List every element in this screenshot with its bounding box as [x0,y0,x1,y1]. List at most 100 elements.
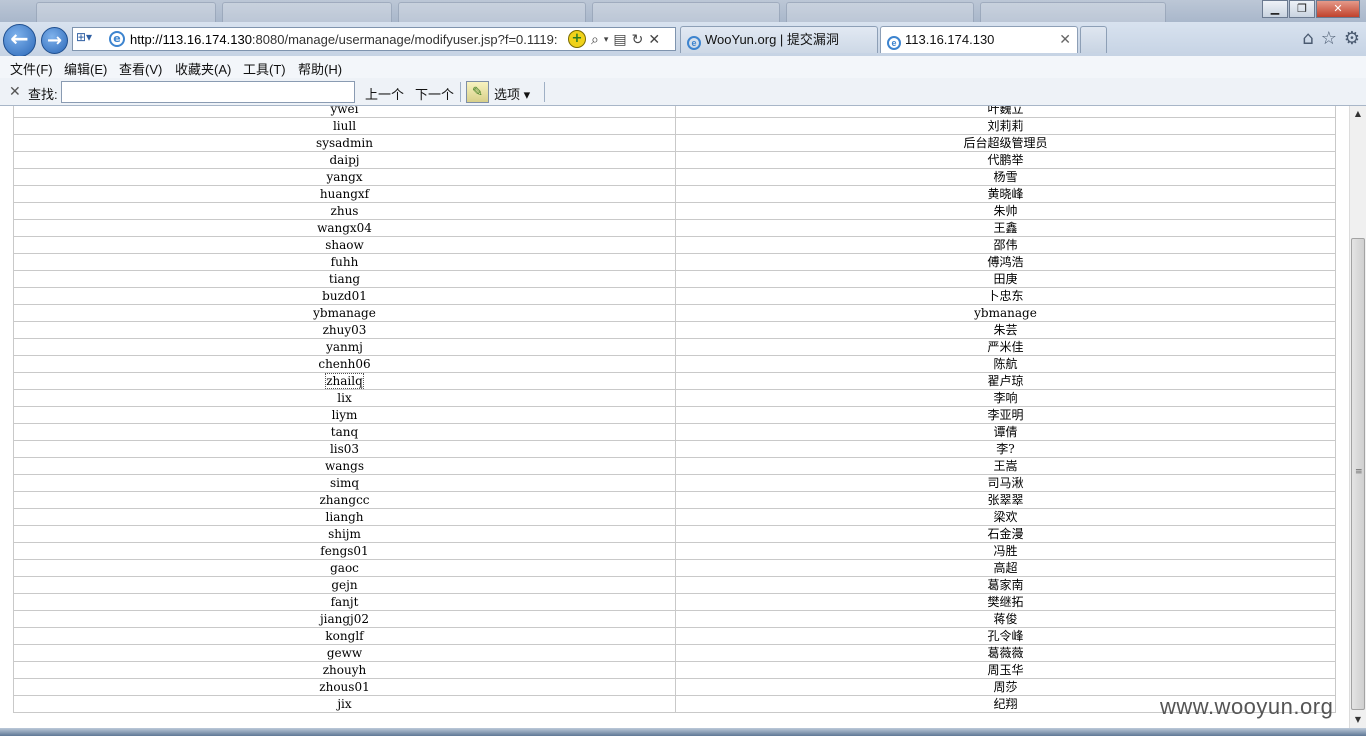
tab-current-page[interactable]: e 113.16.174.130 ✕ [880,26,1078,53]
username-cell[interactable]: liym [13,406,676,424]
close-tab-icon[interactable]: ✕ [1059,27,1071,52]
full-name-cell: 葛薇薇 [675,644,1336,662]
username-cell[interactable]: wangx04 [13,219,676,237]
scrollbar-thumb[interactable]: ≡ [1351,238,1365,710]
username-cell[interactable]: tiang [13,270,676,288]
username-text: jiangj02 [319,611,370,626]
username-text: yanmj [326,339,363,354]
username-cell[interactable]: ywei [13,106,676,118]
username-cell[interactable]: gejn [13,576,676,594]
compat-view-icon[interactable]: ▤ [613,32,626,48]
table-row: zhangcc 张翠翠 [13,491,1336,509]
full-name-cell: 代鹏举 [675,151,1336,169]
table-row: zhous01 周莎 [13,678,1336,696]
new-tab-button[interactable] [1080,26,1107,53]
username-cell[interactable]: lis03 [13,440,676,458]
username-cell[interactable]: liangh [13,508,676,526]
username-cell[interactable]: chenh06 [13,355,676,373]
username-cell[interactable]: geww [13,644,676,662]
back-button[interactable]: ← [3,24,36,57]
full-name-text: 樊继拓 [987,594,1024,609]
username-cell[interactable]: sysadmin [13,134,676,152]
username-cell[interactable]: fengs01 [13,542,676,560]
username-cell[interactable]: tanq [13,423,676,441]
username-cell[interactable]: shaow [13,236,676,254]
full-name-text: 纪翔 [993,696,1018,711]
username-cell[interactable]: konglf [13,627,676,645]
username-cell[interactable]: zhailq [13,372,676,390]
menu-view[interactable]: 查看(V) [119,59,162,78]
close-window-button[interactable]: ✕ [1316,0,1360,18]
search-icon[interactable]: ⌕ [591,32,599,48]
username-cell[interactable]: buzd01 [13,287,676,305]
maximize-button[interactable]: ❐ [1289,0,1315,18]
full-name-cell: 翟卢琼 [675,372,1336,390]
gear-icon[interactable]: ⚙ [1344,28,1360,49]
menu-file[interactable]: 文件(F) [10,59,53,78]
username-cell[interactable]: jix [13,695,676,713]
scroll-up-arrow[interactable]: ▲ [1350,106,1366,122]
find-input[interactable] [61,81,355,103]
username-cell[interactable]: shijm [13,525,676,543]
compatibility-icon[interactable]: + [568,30,586,48]
full-name-text: 葛家南 [987,577,1024,592]
username-cell[interactable]: zhous01 [13,678,676,696]
username-cell[interactable]: daipj [13,151,676,169]
tab-wooyun[interactable]: e WooYun.org | 提交漏洞 [680,26,878,53]
full-name-text: 卜忠东 [987,288,1024,303]
favorites-star-icon[interactable]: ☆ [1321,28,1337,49]
username-cell[interactable]: yangx [13,168,676,186]
stop-icon[interactable]: ✕ [648,32,660,48]
vertical-scrollbar[interactable]: ▲ ≡ ▼ [1349,106,1366,728]
username-cell[interactable]: zhus [13,202,676,220]
add-favorite-dropdown[interactable]: ⊞▾ [76,30,104,48]
username-cell[interactable]: zhangcc [13,491,676,509]
search-dropdown-icon[interactable]: ▾ [604,35,609,45]
full-name-text: 严米佳 [987,339,1024,354]
scroll-down-arrow[interactable]: ▼ [1350,712,1366,728]
full-name-cell: 周玉华 [675,661,1336,679]
find-bar: ✕ 查找: 上一个 下一个 ✎ 选项 ▾ [0,78,1366,106]
table-row: lix 李响 [13,389,1336,407]
home-icon[interactable]: ⌂ [1302,28,1313,49]
address-bar[interactable]: ⊞▾ e http://113.16.174.130:8080/manage/u… [72,27,676,51]
username-cell[interactable]: jiangj02 [13,610,676,628]
find-options-button[interactable]: 选项 ▾ [494,84,530,103]
menu-help[interactable]: 帮助(H) [298,59,342,78]
full-name-text: 周玉华 [987,662,1024,677]
username-text: buzd01 [322,288,367,303]
username-cell[interactable]: liull [13,117,676,135]
find-next-button[interactable]: 下一个 [415,84,454,103]
username-cell[interactable]: huangxf [13,185,676,203]
username-cell[interactable]: ybmanage [13,304,676,322]
address-tools: ⌕ ▾ ▤ ↻ ✕ [591,30,665,50]
menu-edit[interactable]: 编辑(E) [64,59,107,78]
address-url[interactable]: http://113.16.174.130:8080/manage/userma… [130,32,558,48]
menu-favorites[interactable]: 收藏夹(A) [175,59,231,78]
table-row: wangx04 王鑫 [13,219,1336,237]
username-cell[interactable]: gaoc [13,559,676,577]
full-name-text: 邵伟 [993,237,1018,252]
close-find-icon[interactable]: ✕ [9,83,21,100]
username-cell[interactable]: wangs [13,457,676,475]
forward-button[interactable]: → [41,27,68,54]
username-cell[interactable]: zhouyh [13,661,676,679]
menu-tools[interactable]: 工具(T) [243,59,286,78]
full-name-cell: 李响 [675,389,1336,407]
table-row: lis03 李? [13,440,1336,458]
minimize-button[interactable]: ▁ [1262,0,1288,18]
find-previous-button[interactable]: 上一个 [365,84,404,103]
username-cell[interactable]: yanmj [13,338,676,356]
highlight-matches-icon[interactable]: ✎ [466,81,489,103]
username-cell[interactable]: fanjt [13,593,676,611]
table-row: gejn 葛家南 [13,576,1336,594]
table-row: zhus 朱帅 [13,202,1336,220]
username-cell[interactable]: fuhh [13,253,676,271]
username-cell[interactable]: simq [13,474,676,492]
full-name-text: 周莎 [993,679,1018,694]
refresh-icon[interactable]: ↻ [632,32,644,48]
username-cell[interactable]: lix [13,389,676,407]
username-cell[interactable]: zhuy03 [13,321,676,339]
username-text: yangx [326,169,363,184]
username-text: zhailq [325,372,364,389]
